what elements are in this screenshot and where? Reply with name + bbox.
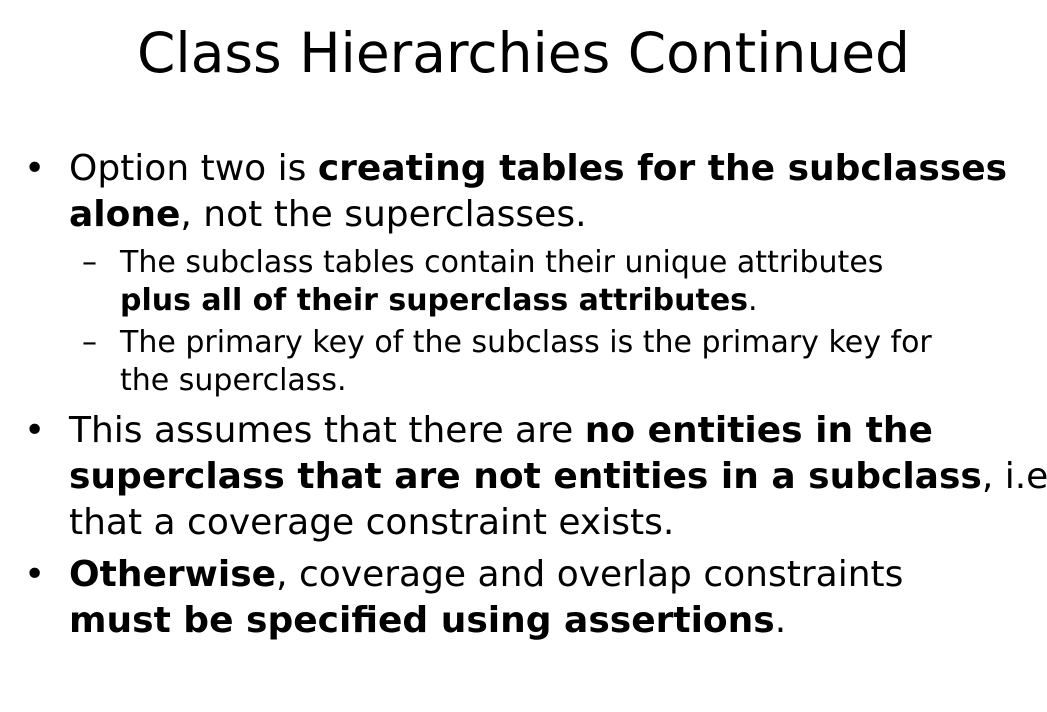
bullet-text: . [748,283,758,318]
sub-bullet-unique-attributes: – The subclass tables contain their uniq… [24,244,1034,320]
bullet-text-bold: Otherwise [69,554,277,595]
bullet-line: the superclass. [120,363,347,398]
bullet-text-bold: alone [69,194,181,235]
bullet-marker: • [24,148,46,189]
bullet-text: Option two is [69,148,318,189]
bullet-text-bold: no entities in the [584,410,933,451]
bullet-text: , i.e., [981,456,1047,497]
bullet-line: Otherwise, coverage and overlap constrai… [69,552,1034,598]
slide-body: • Option two is creating tables for the … [24,146,1047,650]
bullet-text: This assumes that there are [69,410,585,451]
bullet-line: This assumes that there are no entities … [69,408,1034,454]
bullet-line: must be specified using assertions. [69,598,1034,644]
bullet-text-bold: plus all of their superclass attributes [120,283,749,318]
slide-title: Class Hierarchies Continued [137,21,910,85]
slide: Class Hierarchies Continued • Option two… [0,0,1047,712]
bullet-line: The subclass tables contain their unique… [120,245,884,280]
bullet-marker: • [24,410,46,451]
sub-bullet-primary-key: – The primary key of the subclass is the… [24,324,1034,400]
bullet-line: that a coverage constraint exists. [69,502,675,543]
bullet-text-bold: must be specified using assertions [69,600,775,641]
bullet-line: plus all of their superclass attributes. [120,282,1034,320]
bullet-option-two: • Option two is creating tables for the … [24,146,1034,238]
bullet-text: , not the superclasses. [180,194,587,235]
bullet-line: Option two is creating tables for the su… [69,146,1034,192]
bullet-marker: • [24,554,46,595]
dash-marker: – [82,325,97,360]
bullet-line: alone, not the superclasses. [69,192,1034,238]
bullet-otherwise: • Otherwise, coverage and overlap constr… [24,552,1034,644]
dash-marker: – [82,245,97,280]
bullet-assumption: • This assumes that there are no entitie… [24,408,1047,546]
bullet-text: . [774,600,787,641]
bullet-line: superclass that are not entities in a su… [69,454,1047,500]
bullet-text-bold: superclass that are not entities in a su… [69,456,982,497]
bullet-line: The primary key of the subclass is the p… [120,325,932,360]
bullet-text: , coverage and overlap constraints [276,554,904,595]
bullet-text-bold: creating tables for the subclasses [317,148,1008,189]
